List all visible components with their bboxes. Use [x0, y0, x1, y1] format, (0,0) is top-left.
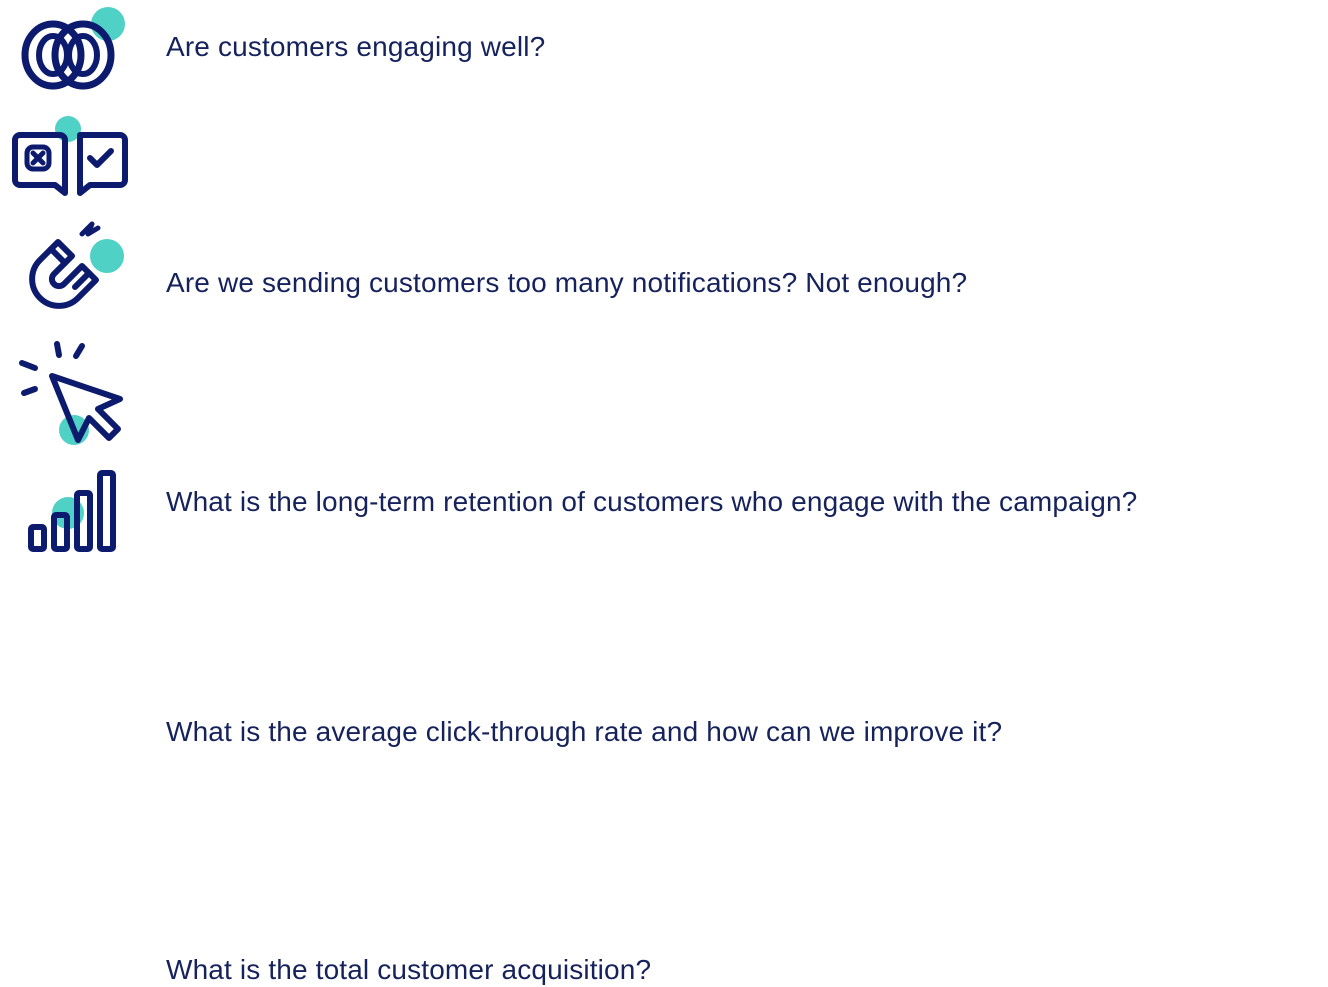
question-row-click-through: What is the average click-through rate a…	[0, 336, 1328, 747]
chat-reject-accept-icon	[10, 116, 130, 218]
question-text: What is the average click-through rate a…	[166, 716, 1003, 747]
question-row-acquisition: What is the total customer acquisition?	[0, 456, 1328, 985]
question-row-notifications: Are we sending customers too many notifi…	[0, 116, 1328, 298]
question-text: What is the total customer acquisition?	[166, 954, 652, 985]
magnet-icon	[10, 220, 130, 320]
question-row-engagement: Are customers engaging well?	[0, 0, 1328, 100]
cursor-click-icon	[10, 336, 130, 445]
linked-rings-icon	[10, 0, 130, 100]
question-text: Are customers engaging well?	[166, 31, 546, 62]
bar-chart-icon	[10, 456, 130, 556]
question-row-retention: What is the long-term retention of custo…	[0, 220, 1328, 517]
